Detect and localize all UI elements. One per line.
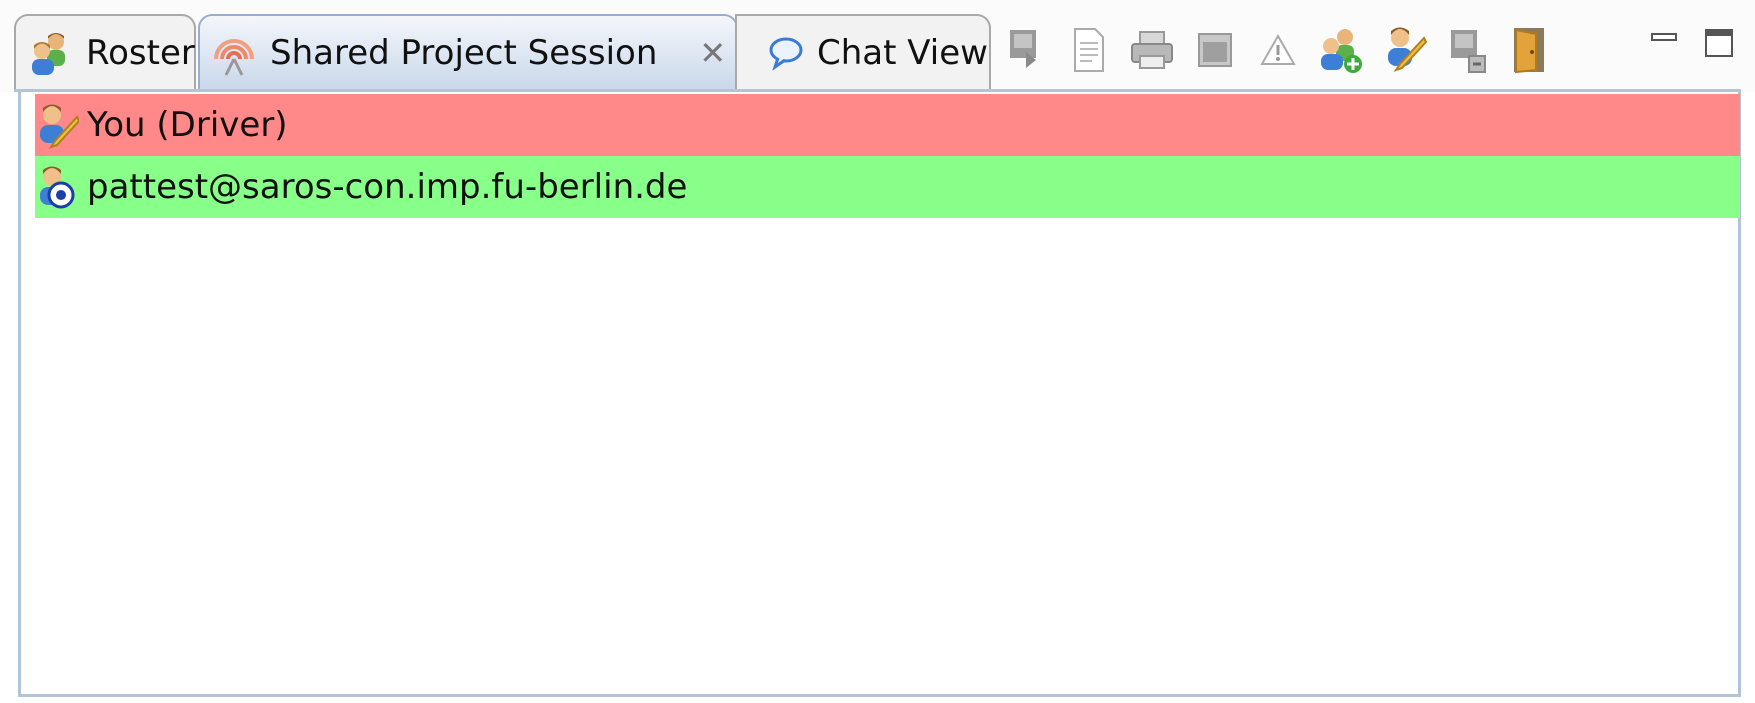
add-buddy-icon[interactable] bbox=[1315, 22, 1367, 78]
console-icon[interactable] bbox=[1189, 22, 1241, 78]
close-tab-icon[interactable]: ✕ bbox=[699, 34, 726, 72]
shared-session-icon bbox=[210, 29, 258, 77]
minimize-icon[interactable] bbox=[1648, 26, 1682, 64]
participant-label: You (Driver) bbox=[87, 105, 288, 145]
observer-user-icon bbox=[35, 163, 79, 211]
driver-user-icon bbox=[35, 101, 81, 149]
tab-shared-project-session-label: Shared Project Session bbox=[270, 33, 658, 73]
chat-bubble-icon bbox=[767, 33, 805, 73]
tab-roster[interactable]: Roster bbox=[14, 14, 196, 90]
view-toolbar bbox=[1000, 14, 1567, 86]
tab-chat-view[interactable]: Chat View bbox=[735, 14, 991, 90]
participant-label: pattest@saros-con.imp.fu-berlin.de bbox=[87, 167, 688, 207]
saros-view-frame: Roster Shared Project Session ✕ Chat Vie… bbox=[0, 0, 1755, 703]
tab-roster-label: Roster bbox=[86, 33, 195, 73]
document-icon[interactable] bbox=[1063, 22, 1115, 78]
tab-shared-project-session[interactable]: Shared Project Session ✕ bbox=[198, 14, 738, 90]
view-tab-bar: Roster Shared Project Session ✕ Chat Vie… bbox=[0, 0, 1755, 92]
tab-chat-view-label: Chat View bbox=[817, 33, 988, 73]
driver-pencil-icon[interactable] bbox=[1378, 22, 1430, 78]
list-item[interactable]: pattest@saros-con.imp.fu-berlin.de bbox=[35, 156, 1740, 218]
restrict-driver-icon[interactable] bbox=[1441, 22, 1493, 78]
list-item[interactable]: You (Driver) bbox=[35, 94, 1740, 156]
roster-icon bbox=[26, 29, 74, 77]
maximize-icon[interactable] bbox=[1702, 26, 1736, 64]
session-participants-list: You (Driver) pattest@saros-con.imp.fu-be… bbox=[18, 92, 1741, 697]
exit-door-icon[interactable] bbox=[1504, 22, 1556, 78]
alert-icon[interactable] bbox=[1252, 22, 1304, 78]
printer-icon[interactable] bbox=[1126, 22, 1178, 78]
leave-session-icon[interactable] bbox=[1000, 22, 1052, 78]
